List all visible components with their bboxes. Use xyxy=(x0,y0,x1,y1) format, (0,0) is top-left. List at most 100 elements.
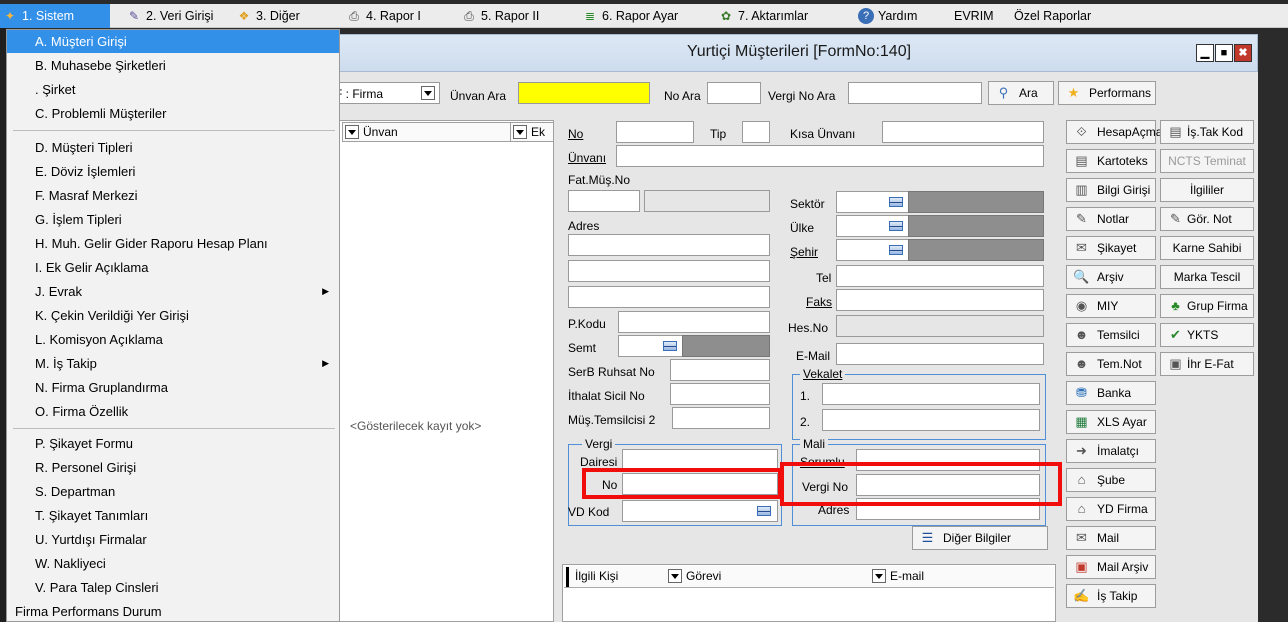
side-button-b-1[interactable]: NCTS Teminat xyxy=(1160,149,1254,173)
side-button-b-4[interactable]: Karne Sahibi xyxy=(1160,236,1254,260)
menu-item-evrak[interactable]: J. Evrak ▶ xyxy=(7,280,339,303)
p-kodu-input[interactable] xyxy=(618,311,770,333)
menu-rapor-1[interactable]: ⎙ 4. Rapor I xyxy=(344,4,421,28)
menu-item-sirket[interactable]: . Şirket xyxy=(7,78,339,101)
no-input[interactable] xyxy=(616,121,694,143)
menu-evrim[interactable]: EVRIM xyxy=(954,4,994,28)
mus-temsilci2-input[interactable] xyxy=(672,407,770,429)
menu-item-gelir-gider-hesap-plani[interactable]: H. Muh. Gelir Gider Raporu Hesap Planı xyxy=(7,232,339,255)
menu-item-is-takip[interactable]: M. İş Takip ▶ xyxy=(7,352,339,375)
side-button-10[interactable]: ▦ XLS Ayar xyxy=(1066,410,1156,434)
menu-yardim[interactable]: ? Yardım xyxy=(856,4,917,28)
side-button-b-5[interactable]: Marka Tescil xyxy=(1160,265,1254,289)
menu-item-muhasebe-sirketleri[interactable]: B. Muhasebe Şirketleri xyxy=(7,54,339,77)
menu-item-musteri-girisi[interactable]: A. Müşteri Girişi xyxy=(7,30,339,53)
menu-item-personel-girisi[interactable]: R. Personel Girişi xyxy=(7,456,339,479)
side-button-b-0[interactable]: ▤ İş.Tak Kod xyxy=(1160,120,1254,144)
side-button-4[interactable]: ✉ Şikayet xyxy=(1066,236,1156,260)
side-button-14[interactable]: ✉ Mail xyxy=(1066,526,1156,550)
performans-button[interactable]: ★ Performans xyxy=(1058,81,1156,105)
menu-ozel-raporlar[interactable]: Özel Raporlar xyxy=(1014,4,1091,28)
menu-item-cekin-verildigi-yer[interactable]: K. Çekin Verildiği Yer Girişi xyxy=(7,304,339,327)
tel-input[interactable] xyxy=(836,265,1044,287)
side-button-1[interactable]: ▤ Kartoteks xyxy=(1066,149,1156,173)
ulke-picker-icon[interactable] xyxy=(884,216,908,236)
unvani-input[interactable] xyxy=(616,145,1044,167)
menu-item-doviz-islemleri[interactable]: E. Döviz İşlemleri xyxy=(7,160,339,183)
customer-list[interactable] xyxy=(338,120,554,622)
side-button-13[interactable]: ⌂ YD Firma xyxy=(1066,497,1156,521)
ithalat-sicil-input[interactable] xyxy=(670,383,770,405)
side-button-b-3[interactable]: ✎ Gör. Not xyxy=(1160,207,1254,231)
serb-ruhsat-input[interactable] xyxy=(670,359,770,381)
side-button-6[interactable]: ◉ MIY xyxy=(1066,294,1156,318)
side-button-11[interactable]: ➜ İmalatçı xyxy=(1066,439,1156,463)
side-button-2[interactable]: ▥ Bilgi Girişi xyxy=(1066,178,1156,202)
menu-sistem[interactable]: ✦ 1. Sistem xyxy=(0,4,110,28)
side-button-8[interactable]: ☻ Tem.Not xyxy=(1066,352,1156,376)
side-button-16[interactable]: ✍ İş Takip xyxy=(1066,584,1156,608)
adres-input-3[interactable] xyxy=(568,286,770,308)
no-search-input[interactable] xyxy=(707,82,761,104)
vd-kod-picker-icon[interactable] xyxy=(752,501,776,521)
filter-select[interactable]: F : Firma xyxy=(332,82,440,104)
contacts-col-kisi[interactable]: İlgili Kişi xyxy=(566,567,666,587)
menu-item-problemli-musteriler[interactable]: C. Problemli Müşteriler xyxy=(7,102,339,125)
menu-diger[interactable]: ❖ 3. Diğer xyxy=(234,4,300,28)
menu-item-masraf-merkezi[interactable]: F. Masraf Merkezi xyxy=(7,184,339,207)
menu-aktarimlar[interactable]: ✿ 7. Aktarımlar xyxy=(716,4,808,28)
vekalet-2-input[interactable] xyxy=(822,409,1040,431)
side-button-15[interactable]: ▣ Mail Arşiv xyxy=(1066,555,1156,579)
menu-item-komisyon-aciklama[interactable]: L. Komisyon Açıklama xyxy=(7,328,339,351)
vekalet-1-input[interactable] xyxy=(822,383,1040,405)
side-button-b-7[interactable]: ✔ YKTS xyxy=(1160,323,1254,347)
tip-input[interactable] xyxy=(742,121,770,143)
contacts-col-email[interactable]: E-mail xyxy=(870,567,1050,587)
maximize-button[interactable]: ■ xyxy=(1215,44,1233,62)
adres-input-1[interactable] xyxy=(568,234,770,256)
side-button-5[interactable]: 🔍 Arşiv xyxy=(1066,265,1156,289)
menu-item-ek-gelir-aciklama[interactable]: I. Ek Gelir Açıklama xyxy=(7,256,339,279)
side-button-b-6[interactable]: ♣ Grup Firma xyxy=(1160,294,1254,318)
menu-item-nakliyeci[interactable]: W. Nakliyeci xyxy=(7,552,339,575)
sektor-picker-icon[interactable] xyxy=(884,192,908,212)
menu-rapor-ayar[interactable]: ≣ 6. Rapor Ayar xyxy=(580,4,678,28)
menu-item-firma-gruplandirma[interactable]: N. Firma Gruplandırma xyxy=(7,376,339,399)
menu-item-islem-tipleri[interactable]: G. İşlem Tipleri xyxy=(7,208,339,231)
contacts-col-gorevi[interactable]: Görevi xyxy=(666,567,866,587)
side-button-b-8[interactable]: ▣ İhr E-Fat xyxy=(1160,352,1254,376)
side-button-9[interactable]: ⛃ Banka xyxy=(1066,381,1156,405)
list-col-unvan[interactable]: Ünvan xyxy=(342,122,528,142)
close-button[interactable]: ✖ xyxy=(1234,44,1252,62)
list-col-ek[interactable]: Ek xyxy=(510,122,554,142)
menu-item-departman[interactable]: S. Departman xyxy=(7,480,339,503)
kisa-unvan-input[interactable] xyxy=(882,121,1044,143)
customer-form-window: Yurtiçi Müşterileri [FormNo:140] ▁ ■ ✖ F… xyxy=(332,34,1258,622)
menu-item-firma-ozellik[interactable]: O. Firma Özellik xyxy=(7,400,339,423)
e-mail-input[interactable] xyxy=(836,343,1044,365)
menu-item-sikayet-formu[interactable]: P. Şikayet Formu xyxy=(7,432,339,455)
faks-input[interactable] xyxy=(836,289,1044,311)
side-button-b-2[interactable]: İlgililer xyxy=(1160,178,1254,202)
side-button-7[interactable]: ☻ Temsilci xyxy=(1066,323,1156,347)
side-button-3[interactable]: ✎ Notlar xyxy=(1066,207,1156,231)
menu-veri-girisi[interactable]: ✎ 2. Veri Girişi xyxy=(124,4,213,28)
vergi-no-search-input[interactable] xyxy=(848,82,982,104)
adres-input-2[interactable] xyxy=(568,260,770,282)
menu-rapor-2[interactable]: ⎙ 5. Rapor II xyxy=(459,4,539,28)
sehir-picker-icon[interactable] xyxy=(884,240,908,260)
ara-button[interactable]: ⚲ Ara xyxy=(988,81,1054,105)
diger-bilgiler-button[interactable]: ☰ Diğer Bilgiler xyxy=(912,526,1048,550)
menu-item-yurtdisi-firmalar[interactable]: U. Yurtdışı Firmalar xyxy=(7,528,339,551)
semt-picker-icon[interactable] xyxy=(658,336,682,356)
menu-item-firma-performans-durum[interactable]: Firma Performans Durum xyxy=(7,600,339,622)
fat-mus-no-input[interactable] xyxy=(568,190,640,212)
menu-item-sikayet-tanimlari[interactable]: T. Şikayet Tanımları xyxy=(7,504,339,527)
side-button-0[interactable]: ⟐ HesapAçma xyxy=(1066,120,1162,144)
task-code-icon: ▤ xyxy=(1169,124,1182,139)
side-button-12[interactable]: ⌂ Şube xyxy=(1066,468,1156,492)
menu-item-musteri-tipleri[interactable]: D. Müşteri Tipleri xyxy=(7,136,339,159)
minimize-button[interactable]: ▁ xyxy=(1196,44,1214,62)
unvan-search-input[interactable] xyxy=(518,82,650,104)
menu-item-para-talep-cinsleri[interactable]: V. Para Talep Cinsleri xyxy=(7,576,339,599)
